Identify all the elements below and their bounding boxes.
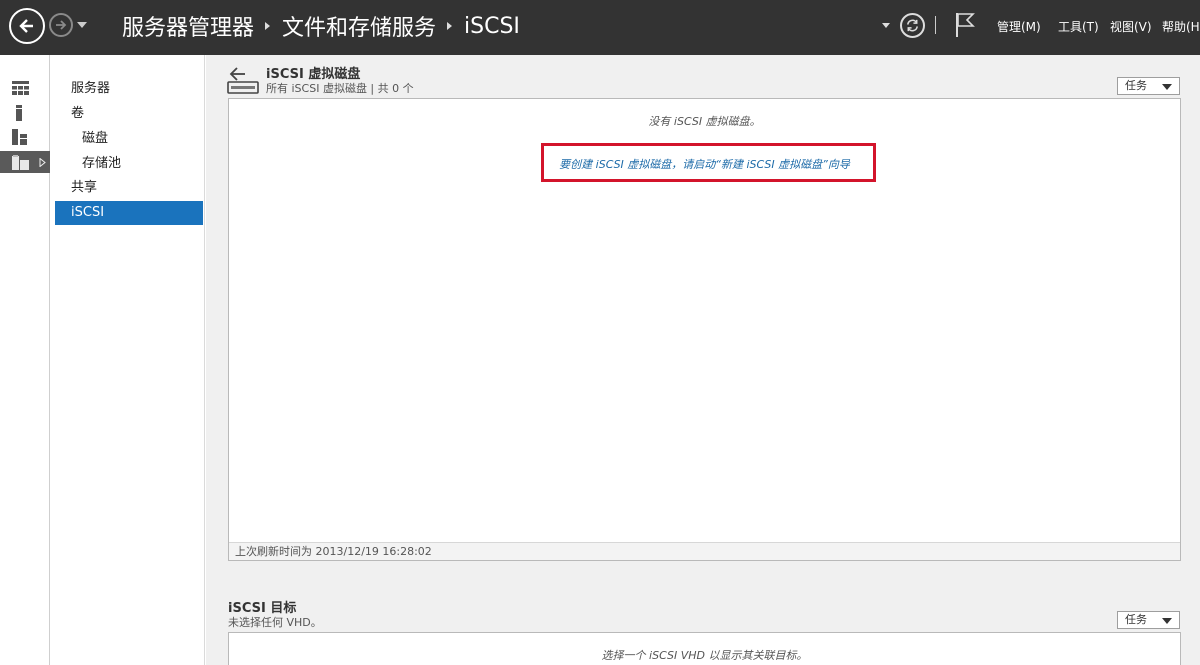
- history-dropdown-button[interactable]: [75, 18, 89, 32]
- chevron-down-icon: [1162, 84, 1172, 90]
- rail-dashboard[interactable]: [0, 77, 50, 99]
- refresh-icon: [907, 19, 918, 32]
- rail-file-storage[interactable]: [0, 151, 50, 173]
- breadcrumb-iscsi: iSCSI: [464, 13, 520, 39]
- nav-item-shares[interactable]: 共享: [55, 176, 203, 200]
- breadcrumb-file-storage[interactable]: 文件和存储服务: [282, 10, 436, 42]
- file-storage-icon: [12, 154, 29, 170]
- menu-view[interactable]: 视图(V): [1110, 18, 1152, 35]
- targets-empty-message: 选择一个 iSCSI VHD 以显示其关联目标。: [601, 649, 808, 662]
- menu-help[interactable]: 帮助(H): [1162, 18, 1200, 35]
- chevron-down-icon: [882, 23, 890, 28]
- breadcrumb: 服务器管理器 文件和存储服务 iSCSI: [122, 10, 520, 42]
- refresh-button[interactable]: [900, 13, 925, 38]
- back-button[interactable]: [9, 8, 45, 44]
- local-server-icon: [16, 105, 22, 121]
- breadcrumb-server-manager[interactable]: 服务器管理器: [122, 10, 254, 42]
- annotation-highlight-box: [541, 143, 876, 182]
- targets-tasks-button[interactable]: 任务: [1117, 611, 1180, 629]
- content-area: iSCSI 虚拟磁盘 所有 iSCSI 虚拟磁盘 | 共 0 个 任务 没有 i…: [206, 55, 1200, 665]
- refresh-dropdown-button[interactable]: [881, 20, 891, 30]
- tasks-label: 任务: [1125, 79, 1147, 92]
- tasks-label: 任务: [1125, 613, 1147, 626]
- virtual-disks-subtitle: 所有 iSCSI 虚拟磁盘 | 共 0 个: [266, 82, 414, 95]
- chevron-down-icon: [77, 22, 87, 28]
- icon-rail: [0, 55, 50, 665]
- last-refresh-status: 上次刷新时间为 2013/12/19 16:28:02: [229, 542, 1180, 560]
- menu-manage[interactable]: 管理(M): [997, 18, 1041, 35]
- nav-item-servers[interactable]: 服务器: [55, 77, 203, 101]
- navigation-pane: 服务器 卷 磁盘 存储池 共享 iSCSI: [51, 55, 205, 665]
- arrow-right-icon: [56, 20, 67, 30]
- expand-arrow-icon: [39, 157, 46, 167]
- notifications-button[interactable]: [955, 12, 975, 38]
- arrow-left-icon: [19, 19, 33, 33]
- forward-button[interactable]: [49, 13, 73, 37]
- nav-item-volumes[interactable]: 卷: [55, 102, 203, 126]
- nav-item-storage-pools[interactable]: 存储池: [55, 152, 203, 176]
- title-bar: 服务器管理器 文件和存储服务 iSCSI 管理(M) 工具(T) 视图(V) 帮…: [0, 0, 1200, 55]
- flag-icon: [956, 13, 975, 37]
- breadcrumb-separator-icon: [447, 22, 453, 30]
- virtual-disks-tasks-button[interactable]: 任务: [1117, 77, 1180, 95]
- chevron-down-icon: [1162, 618, 1172, 624]
- breadcrumb-separator-icon: [265, 22, 271, 30]
- toolbar-divider: [935, 16, 936, 34]
- rail-local-server[interactable]: [0, 102, 50, 124]
- nav-item-disks[interactable]: 磁盘: [55, 127, 203, 151]
- dashboard-icon: [12, 81, 29, 95]
- virtual-disks-empty-message: 没有 iSCSI 虚拟磁盘。: [648, 115, 761, 128]
- all-servers-icon: [12, 129, 27, 145]
- nav-item-iscsi[interactable]: iSCSI: [55, 201, 203, 225]
- virtual-disk-icon: [227, 67, 259, 94]
- menu-tools[interactable]: 工具(T): [1058, 18, 1099, 35]
- targets-subtitle: 未选择任何 VHD。: [228, 616, 322, 629]
- rail-all-servers[interactable]: [0, 126, 50, 148]
- virtual-disks-panel: 没有 iSCSI 虚拟磁盘。 要创建 iSCSI 虚拟磁盘，请启动“新建 iSC…: [228, 98, 1181, 561]
- targets-panel: 选择一个 iSCSI VHD 以显示其关联目标。: [228, 632, 1181, 665]
